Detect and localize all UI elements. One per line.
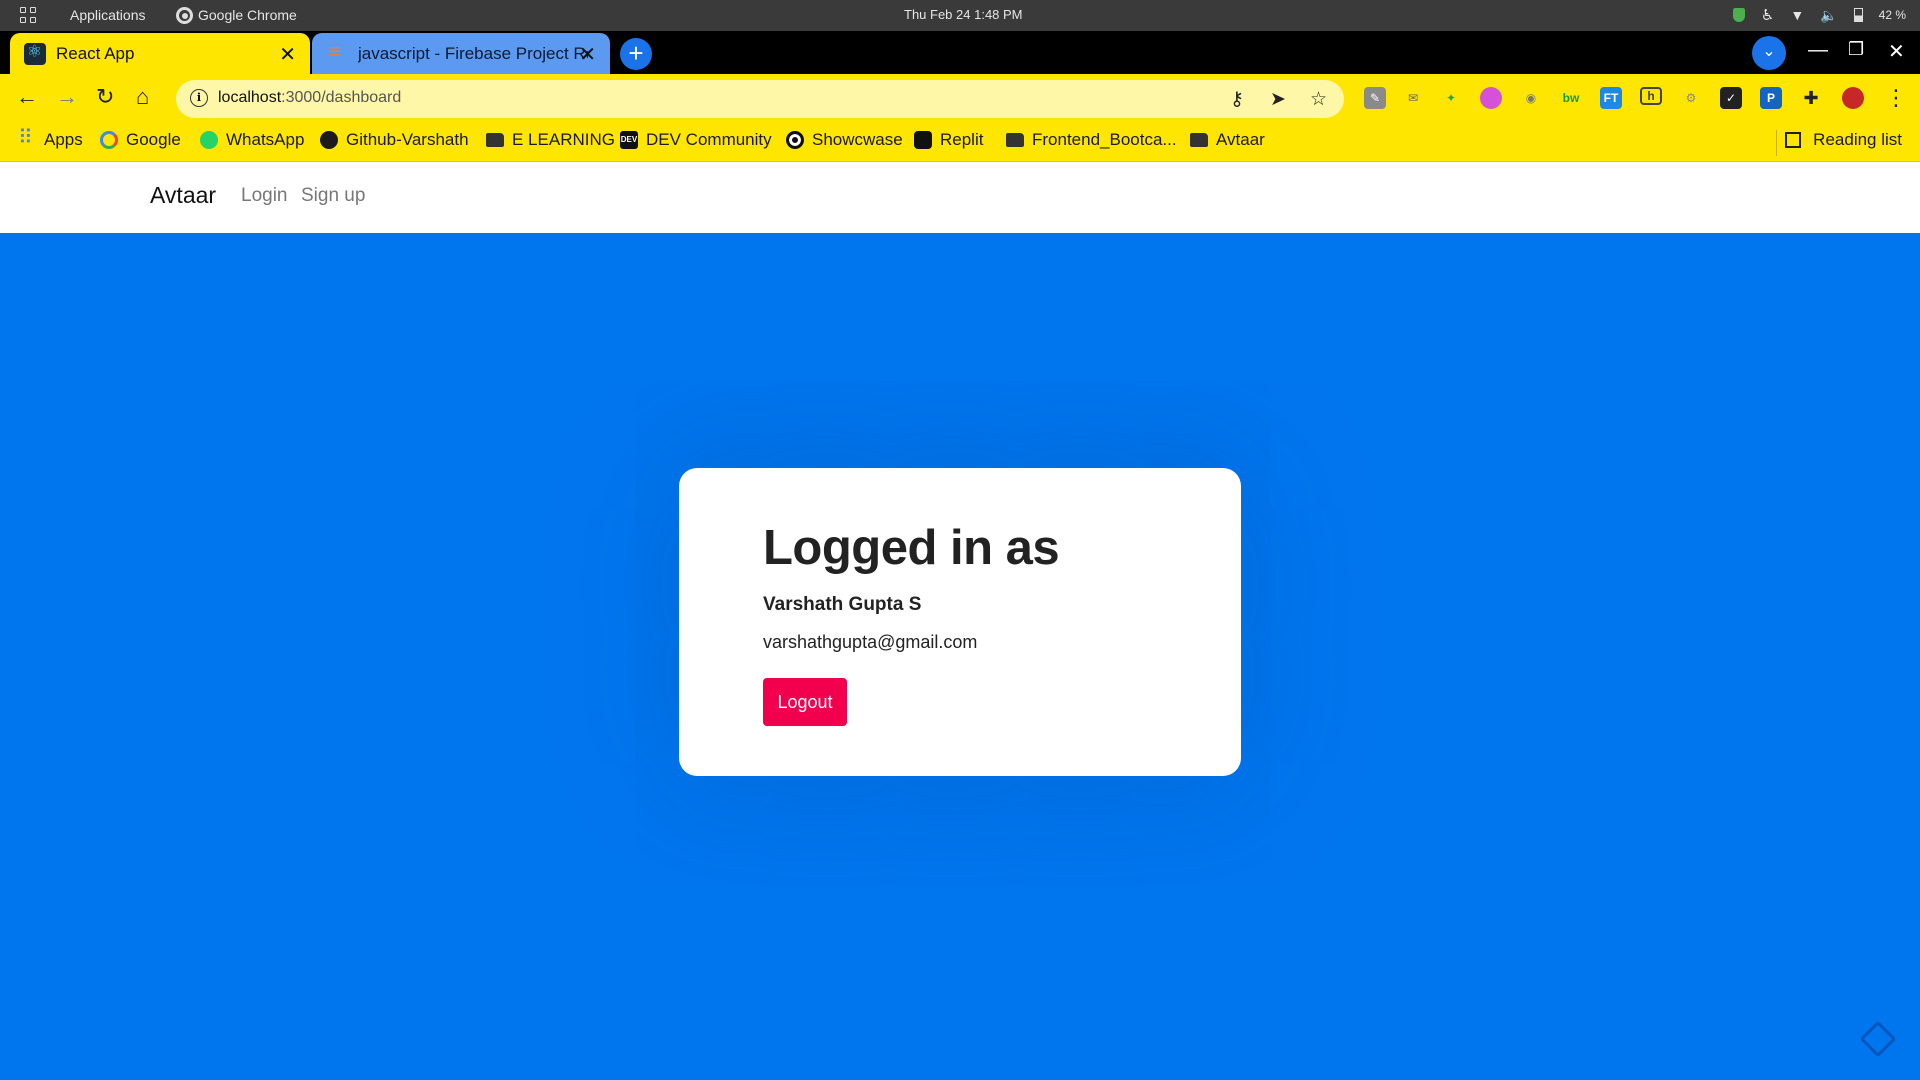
- bookmark-label: Avtaar: [1216, 130, 1265, 149]
- extension-bw-icon[interactable]: bw: [1560, 87, 1582, 109]
- site-info-icon[interactable]: i: [190, 89, 208, 107]
- bookmark-replit[interactable]: Replit: [914, 130, 983, 150]
- back-icon[interactable]: ←: [16, 84, 38, 110]
- extension-ft-icon[interactable]: FT: [1600, 87, 1622, 109]
- home-icon[interactable]: ⌂: [136, 84, 149, 110]
- replit-icon: [914, 131, 932, 149]
- tab-react-app[interactable]: React App ✕: [10, 33, 310, 74]
- active-app-label[interactable]: Google Chrome: [198, 7, 297, 23]
- clock[interactable]: Thu Feb 24 1:48 PM: [904, 7, 1023, 22]
- bookmark-dev-community[interactable]: DEV DEV Community: [620, 130, 772, 150]
- google-icon: [100, 131, 118, 149]
- extension-check-icon[interactable]: ✓: [1720, 87, 1742, 109]
- extension-gear-icon[interactable]: ⚙: [1680, 87, 1702, 109]
- url-text[interactable]: localhost:3000/dashboard: [218, 89, 401, 107]
- extension-camera-icon[interactable]: ◉: [1520, 87, 1542, 109]
- close-tab-icon[interactable]: ✕: [579, 42, 596, 67]
- extension-p-icon[interactable]: P: [1760, 87, 1782, 109]
- bookmark-label: Replit: [940, 130, 984, 149]
- extension-mail-icon[interactable]: ✉: [1402, 87, 1424, 109]
- forward-icon[interactable]: →: [56, 84, 78, 110]
- browser-menu-icon[interactable]: ⋮: [1885, 85, 1907, 111]
- window-close-icon[interactable]: ✕: [1888, 39, 1905, 64]
- tab-strip: React App ✕ javascript - Firebase Projec…: [0, 31, 1920, 74]
- bookmark-label: WhatsApp: [226, 130, 305, 149]
- key-icon[interactable]: ⚷: [1230, 88, 1244, 111]
- folder-icon: [486, 133, 504, 147]
- battery-percent: 42 %: [1878, 8, 1906, 22]
- chrome-icon: [176, 7, 193, 24]
- bookmark-apps[interactable]: Apps: [18, 125, 83, 150]
- user-email: varshathgupta@gmail.com: [763, 632, 978, 652]
- dev-icon: DEV: [620, 131, 638, 149]
- tab-stackoverflow[interactable]: javascript - Firebase Project Res ✕: [312, 33, 610, 74]
- github-icon: [320, 131, 338, 149]
- tab-search-button[interactable]: ⌄: [1752, 36, 1786, 70]
- extension-eyedropper-icon[interactable]: ✎: [1364, 87, 1386, 109]
- browser-toolbar: ← → ↻ ⌂ i localhost:3000/dashboard ⚷ ➤ ☆…: [0, 74, 1920, 124]
- folder-icon: [1190, 133, 1208, 147]
- reading-list-button[interactable]: Reading list: [1785, 130, 1902, 150]
- extensions-puzzle-icon[interactable]: ✚: [1800, 87, 1822, 109]
- bookmark-whatsapp[interactable]: WhatsApp: [200, 130, 304, 150]
- bookmark-separator: [1776, 130, 1777, 156]
- app-grid-icon[interactable]: [20, 7, 38, 25]
- system-tray[interactable]: ♿ ▼ 🔈 42 %: [1732, 6, 1906, 24]
- bookmark-label: Frontend_Bootca...: [1032, 130, 1177, 149]
- bookmark-label: DEV Community: [646, 130, 772, 149]
- bookmark-label: Google: [126, 130, 181, 149]
- logout-button[interactable]: Logout: [763, 678, 847, 726]
- send-icon[interactable]: ➤: [1270, 88, 1286, 111]
- bookmark-avtaar[interactable]: Avtaar: [1190, 130, 1265, 150]
- bookmark-label: E LEARNING: [512, 130, 615, 149]
- maximize-icon[interactable]: ❐: [1848, 39, 1864, 60]
- bookmark-label: Github-Varshath: [346, 130, 469, 149]
- os-top-bar: Applications Google Chrome Thu Feb 24 1:…: [0, 0, 1920, 31]
- url-path: :3000/dashboard: [281, 89, 402, 106]
- url-host: localhost: [218, 89, 282, 106]
- bookmark-github[interactable]: Github-Varshath: [320, 130, 469, 150]
- nav-login-link[interactable]: Login: [241, 185, 288, 207]
- profile-card: Logged in as Varshath Gupta S varshathgu…: [679, 468, 1241, 776]
- minimize-icon[interactable]: —: [1808, 39, 1828, 62]
- page-title: Logged in as: [763, 521, 1060, 575]
- volume-icon: 🔈: [1820, 6, 1838, 23]
- nav-signup-link[interactable]: Sign up: [301, 185, 365, 207]
- showcase-icon: [786, 131, 804, 149]
- bookmark-e-learning[interactable]: E LEARNING: [486, 130, 615, 150]
- applications-menu[interactable]: Applications: [70, 7, 146, 23]
- new-tab-button[interactable]: +: [620, 38, 652, 70]
- extension-bird-icon[interactable]: ✦: [1440, 87, 1462, 109]
- bookmarks-bar: Apps Google WhatsApp Github-Varshath E L…: [0, 124, 1920, 162]
- bookmark-showcwase[interactable]: Showcwase: [786, 130, 903, 150]
- bookmark-frontend-bootcamp[interactable]: Frontend_Bootca...: [1006, 130, 1177, 150]
- reading-list-label: Reading list: [1813, 130, 1902, 149]
- extension-color-icon[interactable]: [1480, 87, 1502, 109]
- bookmark-label: Apps: [44, 130, 83, 149]
- app-navbar: Avtaar Login Sign up: [0, 162, 1920, 233]
- bookmark-label: Showcwase: [812, 130, 903, 149]
- web-page: Avtaar Login Sign up Logged in as Varsha…: [0, 162, 1920, 1080]
- bookmark-google[interactable]: Google: [100, 130, 181, 150]
- battery-icon: [1853, 8, 1863, 22]
- address-bar[interactable]: i localhost:3000/dashboard ⚷ ➤ ☆: [176, 80, 1344, 118]
- profile-avatar[interactable]: [1842, 87, 1864, 109]
- user-name: Varshath Gupta S: [763, 594, 922, 615]
- wifi-icon: ▼: [1790, 7, 1805, 23]
- tab-title: javascript - Firebase Project Res: [358, 43, 588, 63]
- folder-icon: [1006, 133, 1024, 147]
- extension-cast-icon[interactable]: h: [1640, 87, 1662, 105]
- shield-icon: [1732, 8, 1745, 22]
- stackoverflow-icon: [326, 41, 348, 65]
- tab-title: React App: [56, 43, 135, 63]
- react-icon: [24, 42, 46, 65]
- apps-grid-icon: [18, 125, 36, 150]
- close-tab-icon[interactable]: ✕: [279, 42, 296, 67]
- accessibility-icon: ♿: [1760, 7, 1775, 24]
- reading-list-icon: [1785, 132, 1802, 148]
- bookmark-star-icon[interactable]: ☆: [1310, 88, 1327, 111]
- whatsapp-icon: [200, 131, 218, 149]
- reload-icon[interactable]: ↻: [96, 84, 114, 110]
- brand-logo[interactable]: Avtaar: [150, 182, 216, 209]
